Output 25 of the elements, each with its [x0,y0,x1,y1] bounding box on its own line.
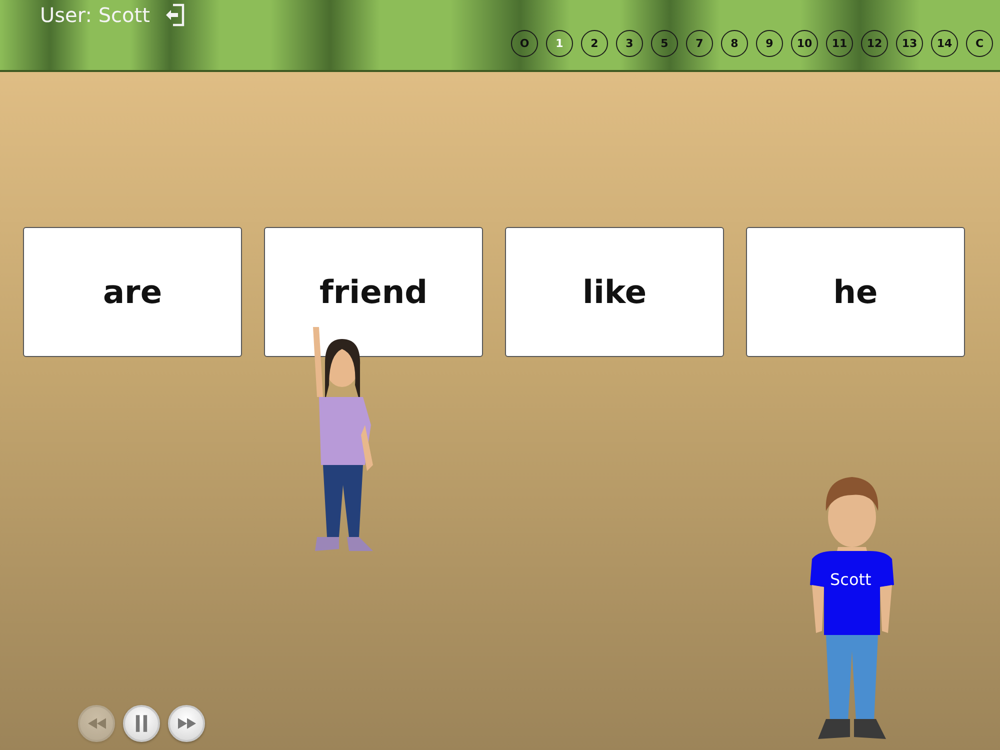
rewind-icon [88,718,106,729]
level-button[interactable]: O [511,30,538,57]
word-card[interactable]: he [746,227,965,357]
fast-forward-icon [178,718,196,729]
logout-icon[interactable] [164,3,186,27]
level-button[interactable]: 11 [826,30,853,57]
word-card[interactable]: like [505,227,724,357]
pause-icon [135,715,148,732]
user-label: User: Scott [40,2,150,28]
word-card[interactable]: friend [264,227,483,357]
level-button[interactable]: 7 [686,30,713,57]
level-button[interactable]: 2 [581,30,608,57]
level-button[interactable]: C [966,30,993,57]
level-button[interactable]: 3 [616,30,643,57]
pause-button[interactable] [123,705,160,742]
shirt-name-label: Scott [830,570,872,589]
level-button[interactable]: 9 [756,30,783,57]
level-button[interactable]: 8 [721,30,748,57]
level-button[interactable]: 12 [861,30,888,57]
level-button[interactable]: 10 [791,30,818,57]
word-card[interactable]: are [23,227,242,357]
level-button[interactable]: 14 [931,30,958,57]
level-button[interactable]: 13 [896,30,923,57]
level-button[interactable]: 5 [651,30,678,57]
forward-button[interactable] [168,705,205,742]
